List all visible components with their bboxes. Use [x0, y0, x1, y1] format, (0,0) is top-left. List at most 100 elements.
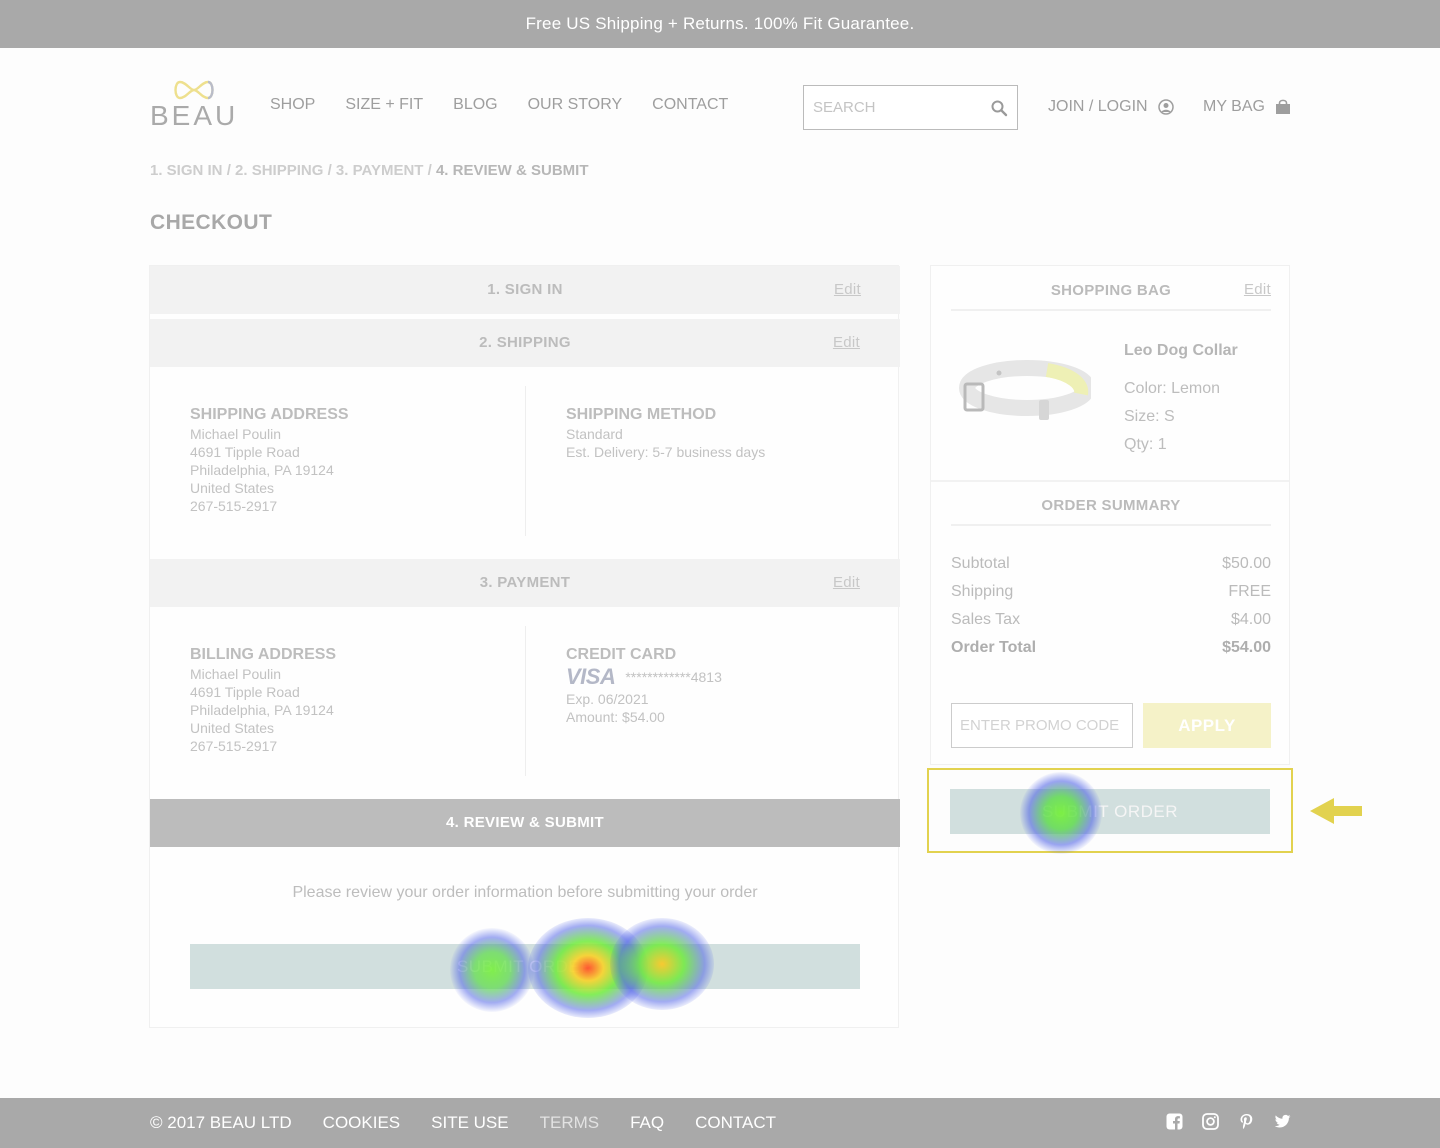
main-nav: SHOP SIZE + FIT BLOG OUR STORY CONTACT — [270, 96, 728, 114]
footer-link-contact[interactable]: CONTACT — [695, 1113, 776, 1133]
nav-item-blog[interactable]: BLOG — [453, 96, 497, 114]
submit-order-button[interactable]: SUBMIT ORDER — [190, 944, 860, 989]
site-footer: © 2017 BEAU LTD COOKIES SITE USE TERMS F… — [0, 1098, 1440, 1148]
summary-value: $54.00 — [1222, 639, 1271, 656]
credit-card-title: CREDIT CARD — [566, 646, 677, 663]
address-line: Philadelphia, PA 19124 — [190, 462, 334, 478]
product-qty: Qty: 1 — [1124, 436, 1167, 453]
nav-item-contact[interactable]: CONTACT — [652, 96, 728, 114]
footer-link-terms[interactable]: TERMS — [540, 1113, 600, 1133]
address-line: 267-515-2917 — [190, 738, 278, 754]
billing-address-block: BILLING ADDRESS Michael Poulin 4691 Tipp… — [190, 646, 336, 755]
column-divider — [525, 626, 526, 776]
section-payment-title: 3. PAYMENT — [479, 574, 571, 591]
section-payment-header: 3. PAYMENT Edit — [150, 559, 900, 607]
shipping-method-title: SHIPPING METHOD — [566, 406, 717, 423]
join-login-link[interactable]: JOIN / LOGIN — [1048, 98, 1174, 116]
summary-label: Sales Tax — [951, 611, 1021, 628]
breadcrumb-separator: / — [222, 162, 236, 179]
summary-row-subtotal: Subtotal $50.00 — [951, 555, 1271, 573]
summary-row-sales-tax: Sales Tax $4.00 — [951, 611, 1271, 629]
section-review-header: 4. REVIEW & SUBMIT — [150, 799, 900, 847]
summary-label: Order Total — [951, 639, 1037, 656]
shopping-bag-header: SHOPPING BAG Edit — [951, 266, 1271, 311]
nav-item-our-story[interactable]: OUR STORY — [528, 96, 623, 114]
join-login-label: JOIN / LOGIN — [1048, 98, 1148, 115]
breadcrumb-shipping[interactable]: 2. SHIPPING — [235, 162, 323, 179]
nav-item-shop[interactable]: SHOP — [270, 96, 315, 114]
search-input[interactable] — [804, 86, 974, 129]
summary-row-shipping: Shipping FREE — [951, 583, 1271, 601]
shopping-bag-icon — [1275, 99, 1290, 114]
summary-label: Shipping — [951, 583, 1014, 600]
apply-promo-button[interactable]: APPLY — [1143, 703, 1271, 748]
dog-collar-image — [959, 360, 1091, 420]
social-links — [1166, 1113, 1291, 1130]
summary-value: $4.00 — [1230, 611, 1271, 628]
search-box — [803, 85, 1018, 130]
beau-logo[interactable]: BEAU — [150, 78, 240, 134]
billing-address-title: BILLING ADDRESS — [190, 646, 337, 663]
checkout-breadcrumb: 1. SIGN IN / 2. SHIPPING / 3. PAYMENT / … — [150, 162, 588, 179]
footer-link-site-use[interactable]: SITE USE — [431, 1113, 508, 1133]
section-shipping-title: 2. SHIPPING — [479, 334, 571, 351]
shipping-method-eta: Est. Delivery: 5-7 business days — [566, 444, 766, 460]
breadcrumb-separator: / — [423, 162, 436, 179]
twitter-icon[interactable] — [1274, 1113, 1291, 1130]
edit-sign-in-link[interactable]: Edit — [834, 266, 861, 314]
address-line: 4691 Tipple Road — [190, 444, 300, 460]
shopping-bag-title: SHOPPING BAG — [1050, 282, 1172, 299]
footer-link-cookies[interactable]: COOKIES — [323, 1113, 400, 1133]
address-line: Michael Poulin — [190, 666, 282, 682]
user-icon — [1157, 99, 1174, 115]
address-line: United States — [190, 480, 275, 496]
footer-link-faq[interactable]: FAQ — [630, 1113, 664, 1133]
site-header: BEAU SHOP SIZE + FIT BLOG OUR STORY CONT… — [0, 48, 1440, 168]
facebook-icon[interactable] — [1166, 1113, 1183, 1130]
edit-bag-link[interactable]: Edit — [1244, 266, 1271, 314]
breadcrumb-payment[interactable]: 3. PAYMENT — [336, 162, 424, 179]
card-expiry: Exp. 06/2021 — [566, 691, 649, 707]
shipping-method-name: Standard — [566, 426, 623, 442]
search-icon[interactable] — [990, 99, 1008, 117]
product-details: Leo Dog Collar Color: Lemon Size: S Qty:… — [1124, 337, 1238, 459]
nav-item-size-fit[interactable]: SIZE + FIT — [345, 96, 423, 114]
logo-infinity-icon — [174, 80, 214, 100]
address-line: Philadelphia, PA 19124 — [190, 702, 334, 718]
card-row: VISA ************4813 — [566, 664, 722, 689]
card-number: ************4813 — [625, 669, 722, 685]
edit-payment-link[interactable]: Edit — [833, 559, 860, 607]
section-sign-in-title: 1. SIGN IN — [487, 281, 563, 298]
summary-row-order-total: Order Total $54.00 — [951, 639, 1271, 657]
product-color: Color: Lemon — [1124, 380, 1221, 397]
pinterest-icon[interactable] — [1238, 1113, 1255, 1130]
credit-card-block: CREDIT CARD VISA ************4813 Exp. 0… — [566, 646, 722, 726]
shipping-method-block: SHIPPING METHOD Standard Est. Delivery: … — [566, 406, 765, 461]
my-bag-link[interactable]: MY BAG — [1203, 98, 1291, 116]
pointer-arrow-icon — [1310, 798, 1362, 824]
order-sidebar: SHOPPING BAG Edit Leo Dog Collar Color: … — [930, 265, 1290, 765]
card-amount: Amount: $54.00 — [566, 709, 665, 725]
breadcrumb-review: 4. REVIEW & SUBMIT — [435, 162, 589, 179]
promo-code-input[interactable] — [951, 703, 1133, 748]
my-bag-label: MY BAG — [1203, 98, 1265, 115]
logo-text: BEAU — [150, 100, 239, 131]
section-sign-in-header: 1. SIGN IN Edit — [150, 266, 900, 314]
product-size: Size: S — [1124, 408, 1175, 425]
order-summary-header: ORDER SUMMARY — [951, 481, 1271, 526]
breadcrumb-sign-in[interactable]: 1. SIGN IN — [150, 162, 223, 179]
checkout-steps-panel: 1. SIGN IN Edit 2. SHIPPING Edit SHIPPIN… — [149, 265, 900, 1028]
visa-logo-icon: VISA — [566, 664, 616, 689]
instagram-icon[interactable] — [1202, 1113, 1219, 1130]
edit-shipping-link[interactable]: Edit — [833, 319, 860, 367]
breadcrumb-separator: / — [323, 162, 336, 179]
address-line: 4691 Tipple Road — [190, 684, 300, 700]
sidebar-submit-order-button[interactable]: SUBMIT ORDER — [950, 789, 1270, 834]
page-title: CHECKOUT — [150, 211, 273, 234]
product-name[interactable]: Leo Dog Collar — [1124, 337, 1238, 365]
summary-value: FREE — [1228, 583, 1271, 600]
footer-copyright: © 2017 BEAU LTD — [150, 1113, 292, 1132]
summary-label: Subtotal — [951, 555, 1010, 572]
order-summary-title: ORDER SUMMARY — [1041, 497, 1181, 514]
review-instructions: Please review your order information bef… — [292, 884, 758, 901]
